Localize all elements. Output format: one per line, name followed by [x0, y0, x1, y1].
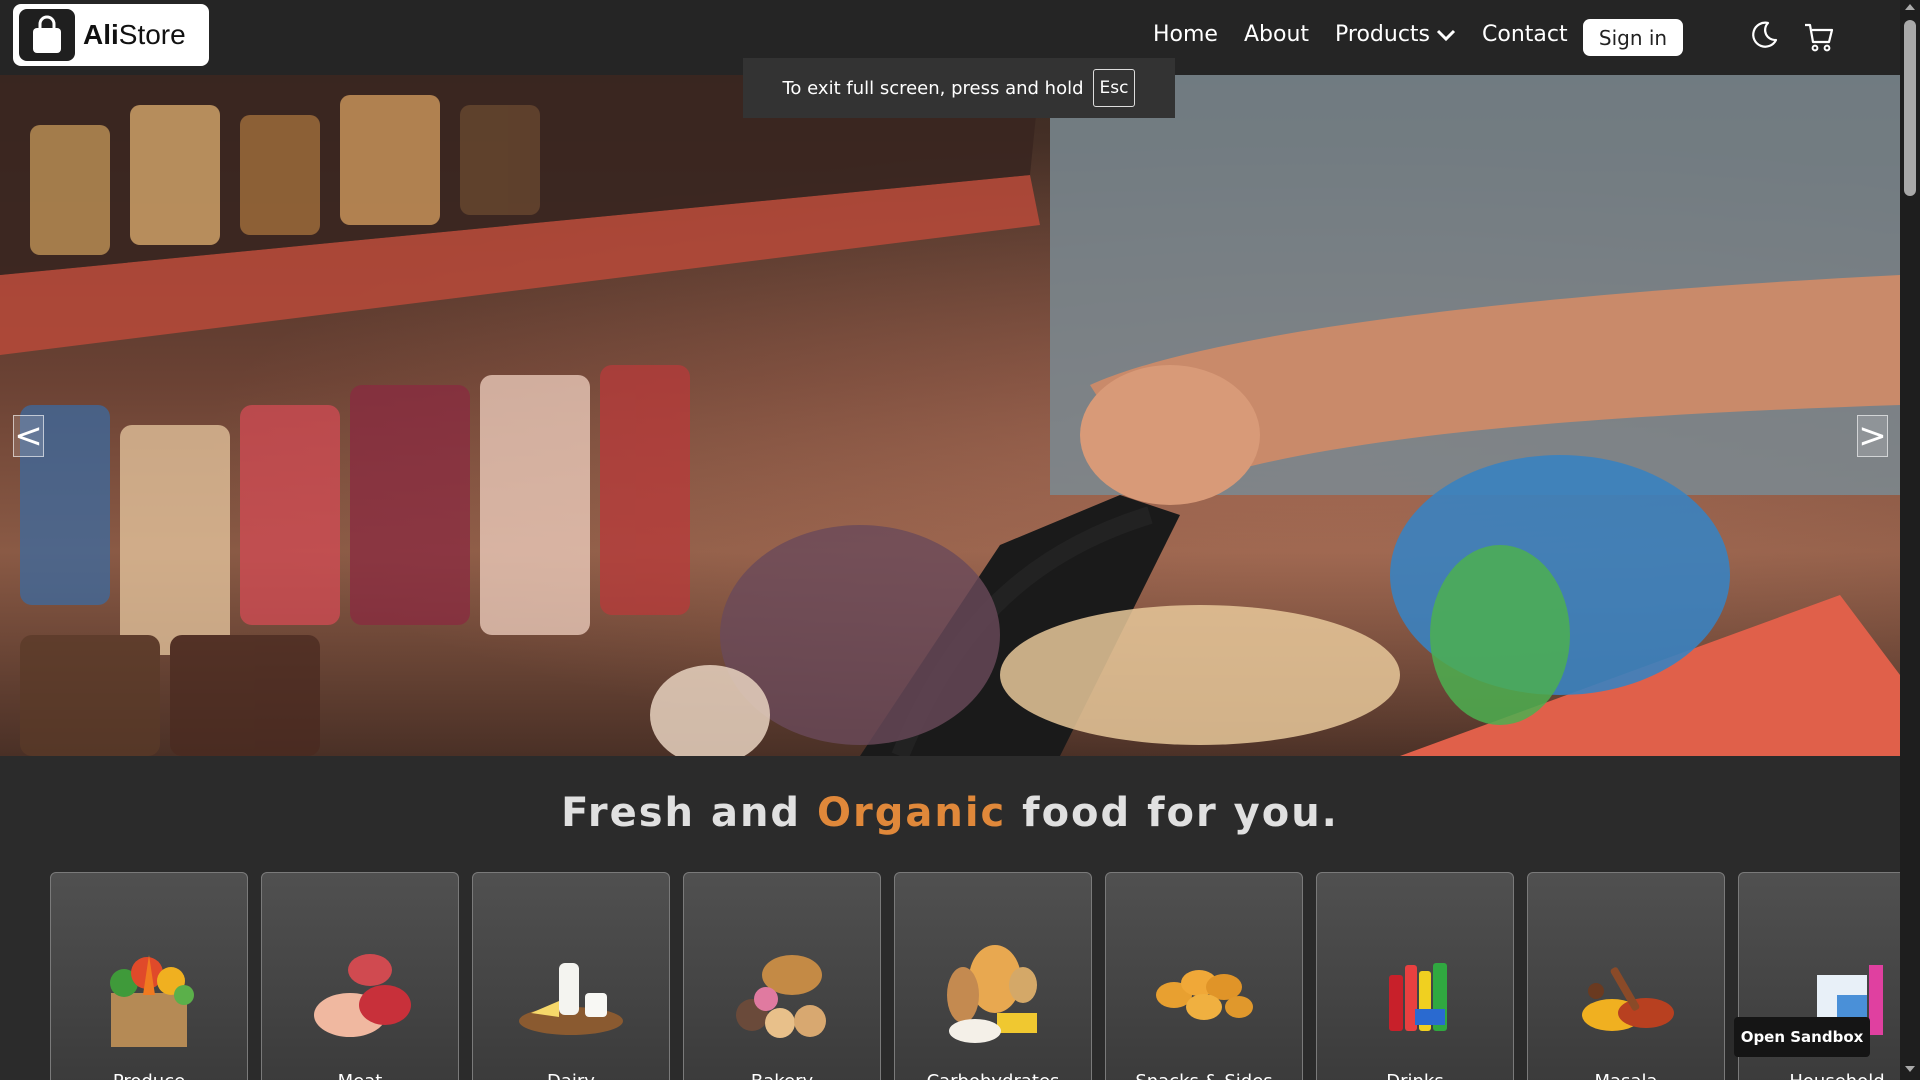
nav-home[interactable]: Home	[1153, 22, 1218, 47]
drinks-icon	[1389, 963, 1447, 1031]
brand-name: AliStore	[83, 19, 186, 50]
sign-in-button[interactable]: Sign in	[1583, 19, 1683, 56]
carousel-prev-button[interactable]: <	[13, 415, 44, 457]
category-card-carbohydrates[interactable]: Carbohydrates	[894, 872, 1092, 1080]
fullscreen-exit-notice: To exit full screen, press and hold Esc	[743, 58, 1175, 118]
category-label: Snacks & Sides	[1106, 1071, 1302, 1080]
category-label: Masala	[1528, 1071, 1724, 1080]
carbs-icon	[947, 945, 1037, 1043]
scroll-down-arrow-icon[interactable]	[1905, 1066, 1915, 1072]
tagline-accent: Organic	[816, 790, 1007, 836]
dairy-icon	[519, 963, 623, 1035]
nav-products-label: Products	[1335, 22, 1431, 47]
masala-icon	[1582, 967, 1674, 1031]
fullscreen-notice-text: To exit full screen, press and hold	[782, 77, 1084, 99]
nav-products[interactable]: Products	[1335, 22, 1456, 47]
category-card-snacks[interactable]: Snacks & Sides	[1105, 872, 1303, 1080]
shopping-bag-icon	[19, 9, 75, 61]
category-card-produce[interactable]: Produce	[50, 872, 248, 1080]
category-card-dairy[interactable]: Dairy	[472, 872, 670, 1080]
category-label: Drinks	[1317, 1071, 1513, 1080]
chevron-down-icon	[1436, 29, 1456, 41]
snacks-icon	[1156, 970, 1253, 1020]
category-label: Dairy	[473, 1071, 669, 1080]
produce-icon	[110, 955, 194, 1047]
esc-key-hint: Esc	[1092, 69, 1136, 107]
scroll-up-arrow-icon[interactable]	[1905, 4, 1915, 10]
scrollbar-thumb[interactable]	[1904, 20, 1916, 196]
hero-carousel: < >	[0, 75, 1900, 756]
brand-logo[interactable]: AliStore	[13, 4, 209, 66]
category-label: Bakery	[684, 1071, 880, 1080]
category-card-bakery[interactable]: Bakery	[683, 872, 881, 1080]
category-label: Household	[1739, 1071, 1900, 1080]
tagline-heading: Fresh and Organic food for you.	[561, 790, 1339, 836]
category-card-meat[interactable]: Meat	[261, 872, 459, 1080]
category-label: Produce	[51, 1071, 247, 1080]
meat-icon	[314, 954, 411, 1037]
nav-links: Home About Products Contact	[1153, 22, 1594, 47]
category-label: Carbohydrates	[895, 1071, 1091, 1080]
carousel-next-button[interactable]: >	[1857, 415, 1888, 457]
hero-image	[0, 75, 1900, 756]
vertical-scrollbar[interactable]	[1900, 0, 1920, 1080]
category-label: Meat	[262, 1071, 458, 1080]
cart-icon[interactable]	[1803, 21, 1835, 53]
category-cards: Produce Meat Dairy Bakery	[50, 872, 1900, 1080]
category-card-masala[interactable]: Masala	[1527, 872, 1725, 1080]
bakery-icon	[736, 955, 826, 1038]
open-sandbox-button[interactable]: Open Sandbox	[1734, 1017, 1870, 1057]
nav-about[interactable]: About	[1244, 22, 1309, 47]
category-card-drinks[interactable]: Drinks	[1316, 872, 1514, 1080]
moon-icon[interactable]	[1749, 20, 1779, 50]
nav-contact[interactable]: Contact	[1482, 22, 1568, 47]
